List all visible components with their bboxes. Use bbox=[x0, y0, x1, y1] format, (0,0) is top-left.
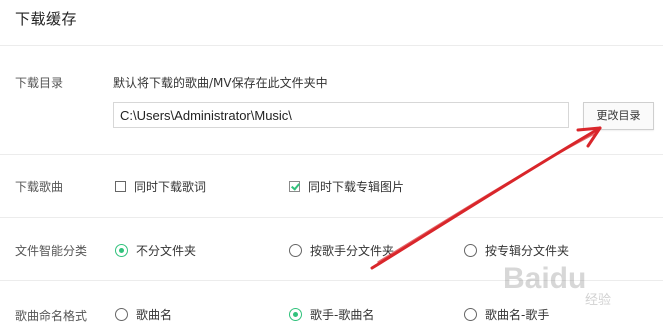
annotation-arrow bbox=[370, 126, 602, 270]
